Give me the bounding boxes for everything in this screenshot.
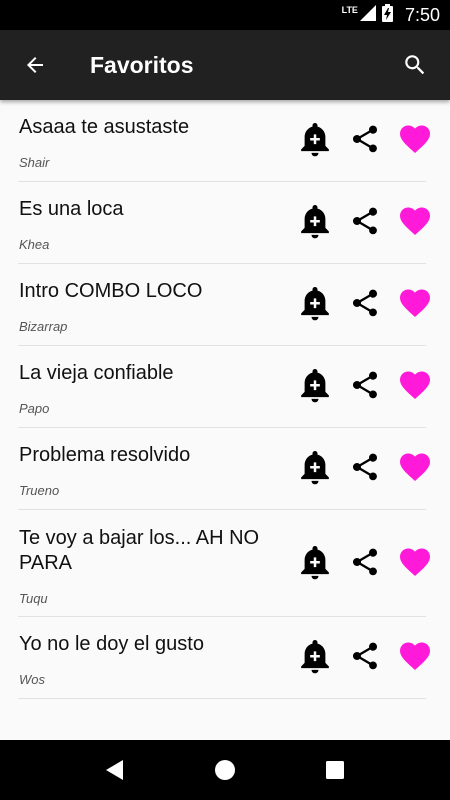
system-navigation-bar: [0, 740, 450, 800]
favorite-button[interactable]: [390, 199, 440, 243]
nav-home-button[interactable]: [195, 740, 255, 800]
artist-name: Wos: [19, 672, 45, 687]
list-item[interactable]: Te voy a bajar los... AH NO PARA Tuqu: [18, 510, 430, 617]
artist-name: Bizarrap: [19, 319, 68, 334]
back-button[interactable]: [0, 30, 70, 100]
artist-name: Khea: [19, 237, 50, 252]
favorite-button[interactable]: [390, 363, 440, 407]
song-title: Te voy a bajar los... AH NO PARA: [19, 527, 260, 574]
artist-name: Papo: [19, 401, 50, 416]
battery-charging-icon: [381, 3, 393, 27]
share-button[interactable]: [340, 363, 390, 407]
list-item[interactable]: Intro COMBO LOCO Bizarrap: [18, 264, 430, 346]
share-icon: [352, 371, 378, 399]
list-item[interactable]: Problema resolvido Trueno: [18, 428, 430, 510]
search-icon: [405, 55, 425, 75]
item-actions: [290, 540, 440, 584]
item-text: La vieja confiable Papo: [19, 346, 289, 416]
item-text: Es una loca Khea: [19, 182, 289, 252]
song-title: Yo no le doy el gusto: [19, 633, 204, 655]
favorite-button[interactable]: [390, 445, 440, 489]
song-title: Problema resolvido: [19, 444, 191, 466]
nav-recents-button[interactable]: [305, 740, 365, 800]
artist-name: Trueno: [19, 483, 60, 498]
back-arrow-icon: [27, 57, 43, 73]
share-button[interactable]: [340, 445, 390, 489]
item-actions: [290, 281, 440, 325]
item-text: Intro COMBO LOCO Bizarrap: [19, 264, 289, 334]
heart-icon: [400, 207, 430, 236]
song-title: Intro COMBO LOCO: [19, 280, 203, 302]
page-title: Favoritos: [90, 51, 194, 78]
share-button[interactable]: [340, 540, 390, 584]
favorite-button[interactable]: [390, 117, 440, 161]
signal-icon: [359, 4, 376, 26]
share-button[interactable]: [340, 117, 390, 161]
artist-name: Tuqu: [19, 591, 48, 606]
heart-icon: [400, 289, 430, 318]
item-actions: [290, 199, 440, 243]
favorite-button[interactable]: [390, 540, 440, 584]
item-actions: [290, 634, 440, 678]
nav-back-button[interactable]: [85, 740, 145, 800]
share-icon: [352, 642, 378, 670]
set-notification-button[interactable]: [290, 281, 340, 325]
item-actions: [290, 445, 440, 489]
add-alarm-bell-icon: [301, 204, 329, 239]
favorites-list: Asaaa te asustaste Shair Es una loca Khe…: [0, 100, 450, 699]
nav-home-icon: [215, 760, 235, 780]
share-icon: [352, 289, 378, 317]
add-alarm-bell-icon: [301, 368, 329, 403]
set-notification-button[interactable]: [290, 363, 340, 407]
item-text: Asaaa te asustaste Shair: [19, 100, 289, 170]
search-button[interactable]: [380, 30, 450, 100]
clock: 7:50: [404, 4, 440, 25]
add-alarm-bell-icon: [301, 122, 329, 157]
list-item[interactable]: Yo no le doy el gusto Wos: [18, 617, 430, 699]
item-text: Yo no le doy el gusto Wos: [19, 617, 289, 687]
set-notification-button[interactable]: [290, 540, 340, 584]
nav-recents-icon: [326, 761, 344, 779]
set-notification-button[interactable]: [290, 199, 340, 243]
favorite-button[interactable]: [390, 281, 440, 325]
item-actions: [290, 363, 440, 407]
heart-icon: [400, 548, 430, 577]
share-icon: [352, 207, 378, 235]
share-button[interactable]: [340, 199, 390, 243]
song-title: La vieja confiable: [19, 362, 174, 384]
nav-back-icon: [106, 760, 123, 780]
status-bar: LTE 7:50: [0, 0, 450, 30]
add-alarm-bell-icon: [301, 450, 329, 485]
share-icon: [352, 453, 378, 481]
list-item[interactable]: La vieja confiable Papo: [18, 346, 430, 428]
app-bar: Favoritos: [0, 30, 450, 100]
heart-icon: [400, 642, 430, 671]
item-text: Te voy a bajar los... AH NO PARA Tuqu: [19, 510, 289, 606]
network-type: LTE: [341, 5, 358, 15]
share-icon: [352, 125, 378, 153]
list-item[interactable]: Es una loca Khea: [18, 182, 430, 264]
set-notification-button[interactable]: [290, 117, 340, 161]
add-alarm-bell-icon: [301, 545, 329, 580]
heart-icon: [400, 371, 430, 400]
share-icon: [352, 548, 378, 576]
artist-name: Shair: [19, 155, 50, 170]
add-alarm-bell-icon: [301, 639, 329, 674]
share-button[interactable]: [340, 634, 390, 678]
set-notification-button[interactable]: [290, 634, 340, 678]
item-text: Problema resolvido Trueno: [19, 428, 289, 498]
heart-icon: [400, 125, 430, 154]
heart-icon: [400, 453, 430, 482]
list-item[interactable]: Asaaa te asustaste Shair: [18, 100, 430, 182]
item-actions: [290, 117, 440, 161]
add-alarm-bell-icon: [301, 286, 329, 321]
favorite-button[interactable]: [390, 634, 440, 678]
share-button[interactable]: [340, 281, 390, 325]
set-notification-button[interactable]: [290, 445, 340, 489]
song-title: Es una loca: [19, 198, 124, 220]
song-title: Asaaa te asustaste: [19, 116, 190, 138]
